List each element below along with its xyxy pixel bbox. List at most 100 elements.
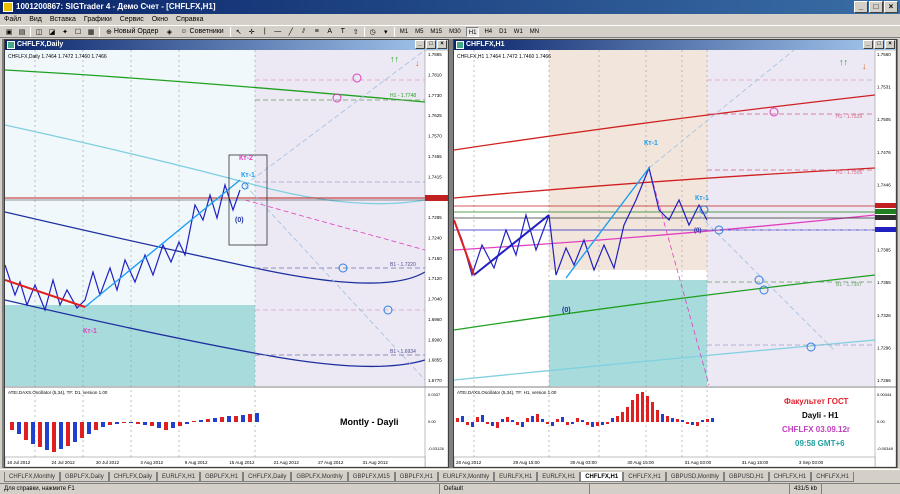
tf-m1[interactable]: M1 — [398, 27, 410, 37]
period-icon[interactable]: ◷ — [368, 27, 378, 37]
oscillator-bar — [506, 417, 509, 422]
horizontal-line-icon[interactable]: — — [273, 27, 283, 37]
chart-window-daily[interactable]: CHFLFX,Daily _ □ × Кт-2 Кт-1 (0) Кт-1 H1… — [4, 39, 449, 468]
oscillator-header: ATEI.DAXS.Oscillator (5,34), TF: H1, ver… — [457, 390, 557, 395]
label-icon[interactable]: T — [338, 27, 348, 37]
info-line-2: Dayli - H1 — [802, 411, 839, 420]
status-bar: Для справки, нажмите F1 Default 431/5 kb — [0, 483, 900, 494]
chart-tab[interactable]: CHFLFX,Daily — [108, 472, 158, 482]
terminal-icon[interactable]: ☐ — [73, 27, 83, 37]
chart-restore-button[interactable]: □ — [874, 40, 884, 49]
date-tick-label: 30 Jul 2012 — [96, 460, 120, 465]
tf-m15[interactable]: M15 — [428, 27, 444, 37]
chart-window-h1[interactable]: CHFLFX,H1 _ □ × Кт-1 Кт-1 (0) (0) H1 - 1… — [453, 39, 897, 468]
metaeditor-icon[interactable]: ◈ — [164, 27, 174, 37]
chart-tab[interactable]: EURLFX,Monthly — [437, 472, 495, 482]
chart-tab[interactable]: CHFLFX,H1 — [768, 472, 812, 482]
wave-label: (0) — [694, 228, 701, 234]
chart-tab[interactable]: GBPLFX,H1 — [394, 472, 438, 482]
osc-scale-top: 0.00344 — [877, 392, 892, 397]
fibonacci-icon[interactable]: ≡ — [312, 27, 322, 37]
data-window-icon[interactable]: ◪ — [47, 27, 57, 37]
chart-restore-button[interactable]: □ — [426, 40, 436, 49]
menu-bar: Файл Вид Вставка Графики Сервис Окно Спр… — [0, 14, 900, 25]
tf-d1[interactable]: D1 — [497, 27, 509, 37]
chart-tab[interactable]: GBPLFX,H1 — [200, 472, 244, 482]
chart-icon — [456, 41, 464, 49]
oscillator-bar — [596, 422, 599, 426]
menu-window[interactable]: Окно — [152, 14, 168, 25]
menu-charts[interactable]: Графики — [84, 14, 112, 25]
mdi-workspace: CHFLFX,Daily _ □ × Кт-2 Кт-1 (0) Кт-1 H1… — [2, 39, 898, 468]
text-icon[interactable]: A — [325, 27, 335, 37]
chart-canvas-daily[interactable]: Кт-2 Кт-1 (0) Кт-1 H1 - 1.7748 B1 - 1.72… — [5, 50, 448, 467]
menu-file[interactable]: Файл — [4, 14, 21, 25]
chart-tab[interactable]: CHFLFX,H1 — [623, 472, 666, 482]
chart-tab[interactable]: GBPUSD,H1 — [723, 472, 769, 482]
menu-tools[interactable]: Сервис — [120, 14, 144, 25]
cursor-icon[interactable]: ↖ — [234, 27, 244, 37]
chart-minimize-button[interactable]: _ — [863, 40, 873, 49]
oscillator-bar — [255, 413, 259, 422]
oscillator-bar — [476, 417, 479, 422]
chart-minimize-button[interactable]: _ — [415, 40, 425, 49]
chart-tab[interactable]: EURLFX,H1 — [494, 472, 538, 482]
profiles-icon[interactable]: ▤ — [17, 27, 27, 37]
chart-tab[interactable]: EURLFX,H1 — [157, 472, 201, 482]
chart-close-button[interactable]: × — [437, 40, 447, 49]
chart-tab[interactable]: GBPLFX,Daily — [60, 472, 109, 482]
menu-insert[interactable]: Вставка — [50, 14, 76, 25]
menu-view[interactable]: Вид — [29, 14, 42, 25]
chart-title: CHFLFX,H1 — [466, 41, 505, 48]
tf-h1[interactable]: H1 — [465, 26, 480, 37]
tester-icon[interactable]: ▦ — [86, 27, 96, 37]
oscillator-bar — [656, 410, 659, 422]
trendline-icon[interactable]: ╱ — [286, 27, 296, 37]
oscillator-bar — [234, 416, 238, 422]
tf-mn[interactable]: MN — [528, 27, 541, 37]
chart-tab[interactable]: CHFLFX,Monthly — [4, 472, 61, 482]
oscillator-bar — [496, 422, 499, 428]
chart-tabs: CHFLFX,Monthly GBPLFX,Daily CHFLFX,Daily EU… — [0, 469, 900, 482]
chart-close-button[interactable]: × — [885, 40, 895, 49]
menu-help[interactable]: Справка — [176, 14, 203, 25]
date-tick-label: 31 Aug 15:00 — [742, 460, 769, 465]
chart-tab[interactable]: GBPLFX,Monthly — [291, 472, 348, 482]
new-order-button[interactable]: ⊕ Новый Ордер — [103, 27, 161, 37]
tf-h4[interactable]: H4 — [482, 27, 494, 37]
chart-tab[interactable]: GBPLFX,M15 — [347, 472, 395, 482]
new-chart-icon[interactable]: ▣ — [4, 27, 14, 37]
price-tick-label: 1.7505 — [877, 117, 891, 122]
market-watch-icon[interactable]: ◫ — [34, 27, 44, 37]
price-tick-label: 1.7266 — [877, 378, 891, 383]
oscillator-bar — [87, 422, 91, 434]
tf-m5[interactable]: M5 — [413, 27, 425, 37]
price-tick-label: 1.6900 — [428, 337, 442, 342]
chart-tab[interactable]: CHFLFX,H1 — [811, 472, 854, 482]
navigator-icon[interactable]: ✦ — [60, 27, 70, 37]
chart-tab[interactable]: CHFLFX,Daily — [243, 472, 292, 482]
chart-tab[interactable]: EURLFX,H1 — [537, 472, 581, 482]
crosshair-icon[interactable]: ✛ — [247, 27, 257, 37]
tf-m30[interactable]: M30 — [447, 27, 463, 37]
tf-w1[interactable]: W1 — [512, 27, 525, 37]
maximize-button[interactable]: □ — [869, 1, 883, 13]
date-tick-label: 15 Aug 2012 — [229, 460, 255, 465]
channel-icon[interactable]: ⫽ — [299, 27, 309, 37]
vertical-line-icon[interactable]: | — [260, 27, 270, 37]
advisors-button[interactable]: ☺ Советники — [177, 27, 226, 37]
chart-canvas-h1[interactable]: Кт-1 Кт-1 (0) (0) H1 - 1.7529 H1 - 1.750… — [454, 50, 896, 467]
minimize-button[interactable]: _ — [854, 1, 868, 13]
wave-label: Кт-1 — [695, 195, 709, 202]
date-tick-label: 30 Aug 15:00 — [627, 460, 654, 465]
chart-tab[interactable]: GBPUSD,Monthly — [665, 472, 724, 482]
oscillator-bar — [24, 422, 28, 440]
price-tick-label: 1.7120 — [428, 276, 442, 281]
chart-tab[interactable]: CHFLFX,H1 — [580, 472, 624, 482]
close-button[interactable]: × — [884, 1, 898, 13]
templates-icon[interactable]: ▾ — [381, 27, 391, 37]
oscillator-bar — [651, 402, 654, 422]
arrow-icon[interactable]: ⇧ — [351, 27, 361, 37]
oscillator-bar — [213, 418, 217, 422]
oscillator-bar — [586, 422, 589, 425]
